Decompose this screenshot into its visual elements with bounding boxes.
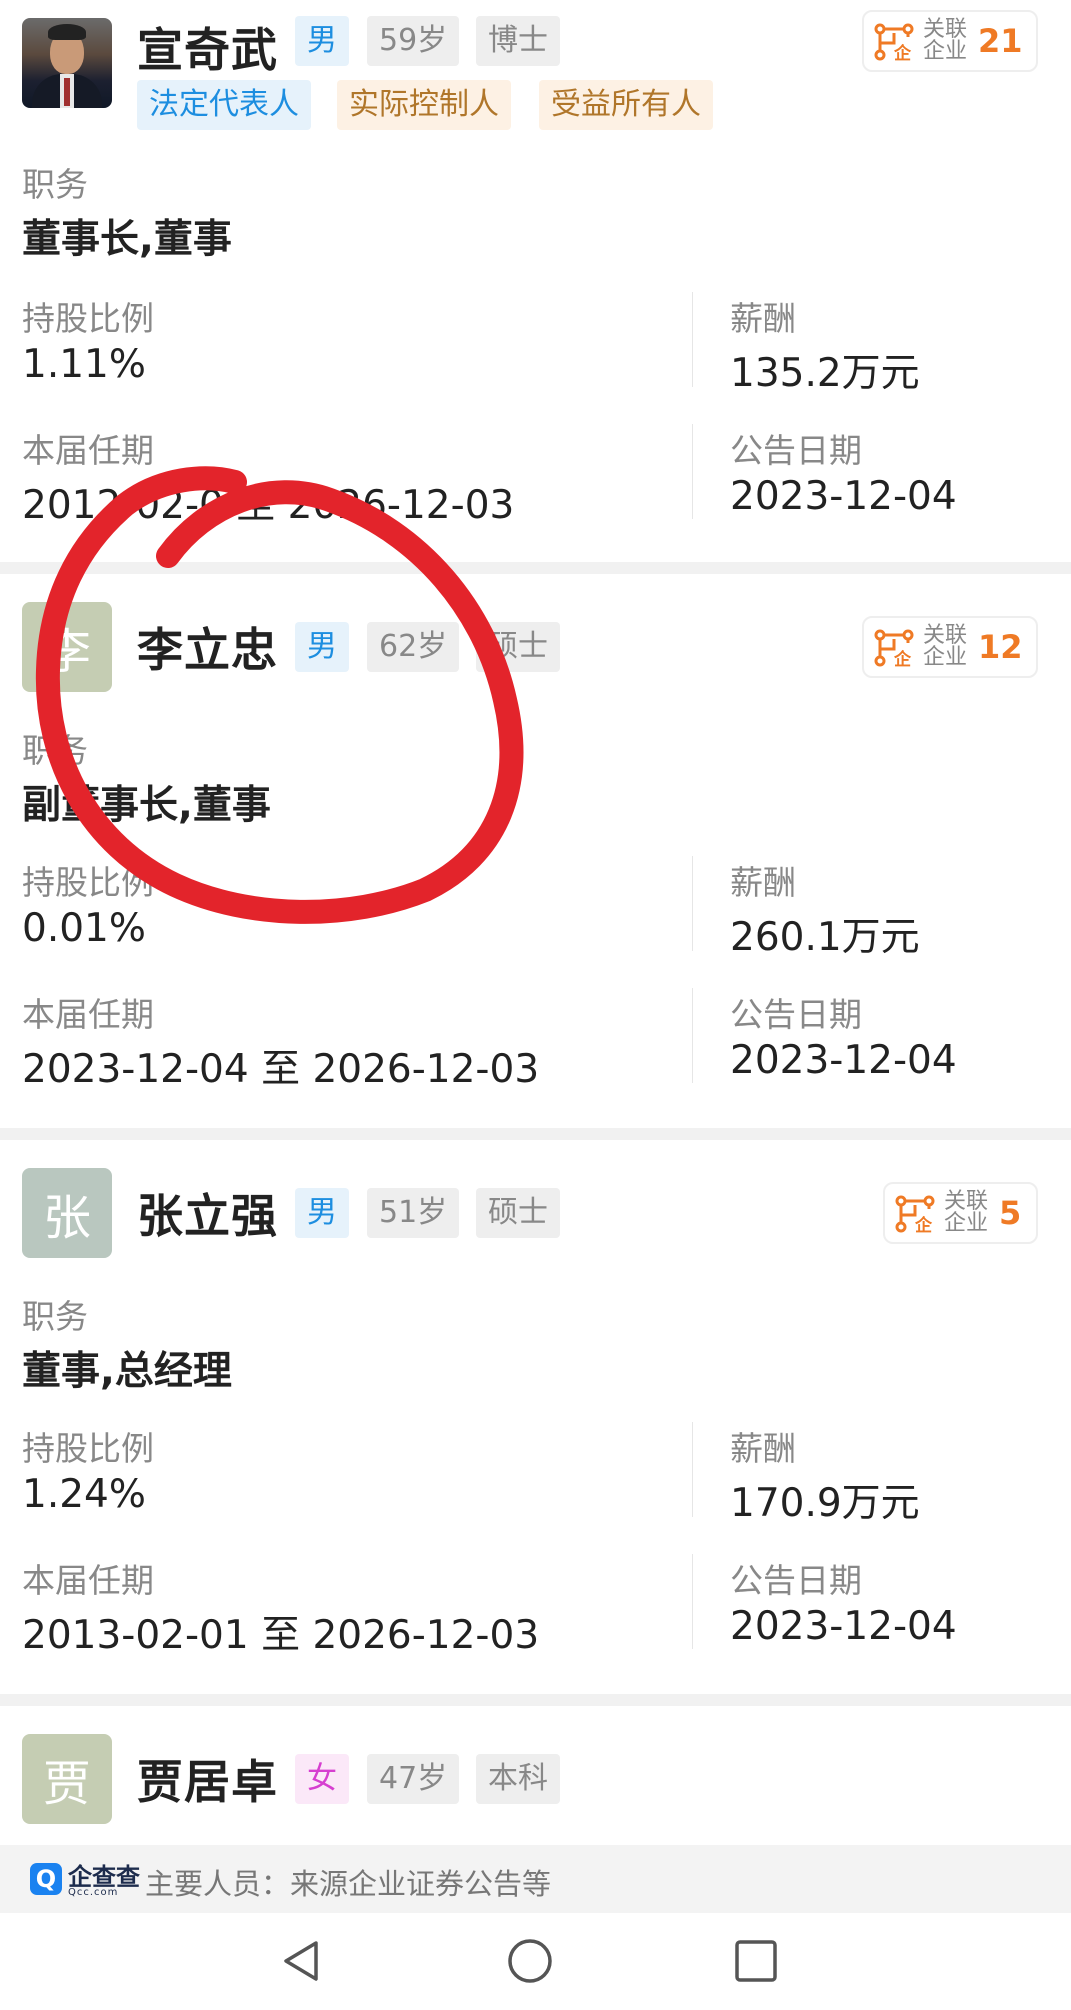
related-count: 21 <box>978 22 1023 60</box>
position-value: 副董事长,董事 <box>22 783 271 828</box>
person-card[interactable]: 宣奇武 男 59岁 博士 法定代表人 实际控制人 受益所有人 企 关联 企业 21… <box>0 0 1071 562</box>
shareholding-label: 持股比例 <box>22 1429 154 1468</box>
source-footer: Q 企查查 Qcc.com 主要人员：来源企业证券公告等 <box>0 1845 1071 1913</box>
card-separator <box>0 1128 1071 1140</box>
related-company-icon: 企 <box>874 629 914 667</box>
related-label: 关联 企业 <box>943 1189 988 1236</box>
age-tag: 47岁 <box>367 1754 460 1804</box>
position-value: 董事长,董事 <box>22 217 232 262</box>
brand-domain: Qcc.com <box>68 1887 119 1898</box>
person-card[interactable]: 李 李立忠 男 62岁 硕士 企 关联 企业 12 职务 副董事长,董事 持股比例… <box>0 574 1071 1128</box>
card-separator <box>0 562 1071 574</box>
term-label: 本届任期 <box>22 1561 154 1600</box>
term-value: 2012-02-0 至 2026-12-03 <box>22 483 515 528</box>
gender-tag: 男 <box>295 622 349 672</box>
related-count: 12 <box>978 628 1023 666</box>
position-value: 董事,总经理 <box>22 1349 232 1394</box>
divider <box>692 988 693 1083</box>
home-icon[interactable] <box>506 1937 554 1985</box>
role-tag-legal-rep: 法定代表人 <box>137 80 311 130</box>
salary-value: 260.1万元 <box>730 915 920 960</box>
svg-text:企: 企 <box>893 43 912 61</box>
salary-value: 135.2万元 <box>730 351 920 396</box>
related-companies-button[interactable]: 企 关联 企业 21 <box>862 10 1038 72</box>
salary-value: 170.9万元 <box>730 1481 920 1526</box>
education-tag: 硕士 <box>476 1188 560 1238</box>
role-tag-beneficiary: 受益所有人 <box>539 80 713 130</box>
qcc-logo-icon: Q <box>30 1863 62 1895</box>
position-label: 职务 <box>22 1297 88 1336</box>
salary-label: 薪酬 <box>730 1429 796 1468</box>
card-separator <box>0 1694 1071 1706</box>
term-label: 本届任期 <box>22 431 154 470</box>
person-avatar <box>22 18 112 108</box>
age-tag: 62岁 <box>367 622 460 672</box>
recents-icon[interactable] <box>732 1937 780 1985</box>
shareholding-value: 1.24% <box>22 1472 146 1517</box>
salary-label: 薪酬 <box>730 863 796 902</box>
source-text: 主要人员：来源企业证券公告等 <box>145 1867 552 1901</box>
person-avatar: 张 <box>22 1168 112 1258</box>
svg-text:企: 企 <box>914 1215 933 1233</box>
person-card[interactable]: 张 张立强 男 51岁 硕士 企 关联 企业 5 职务 董事,总经理 持股比例 1… <box>0 1140 1071 1694</box>
person-card[interactable]: 贾 贾居卓 女 47岁 本科 <box>0 1706 1071 1845</box>
age-tag: 51岁 <box>367 1188 460 1238</box>
education-tag: 本科 <box>476 1754 560 1804</box>
person-name[interactable]: 李立忠 <box>137 614 278 680</box>
system-nav-bar <box>0 1913 1071 2010</box>
person-name[interactable]: 贾居卓 <box>137 1746 278 1812</box>
divider <box>692 856 693 951</box>
term-value: 2013-02-01 至 2026-12-03 <box>22 1613 540 1658</box>
gender-tag: 男 <box>295 1188 349 1238</box>
position-label: 职务 <box>22 731 88 770</box>
person-name[interactable]: 张立强 <box>137 1180 278 1246</box>
person-name[interactable]: 宣奇武 <box>137 14 278 80</box>
education-tag: 硕士 <box>476 622 560 672</box>
gender-tag: 男 <box>295 16 349 66</box>
announce-label: 公告日期 <box>730 431 862 470</box>
person-avatar: 李 <box>22 602 112 692</box>
term-label: 本届任期 <box>22 995 154 1034</box>
announce-value: 2023-12-04 <box>730 474 957 519</box>
age-tag: 59岁 <box>367 16 460 66</box>
divider <box>692 1422 693 1517</box>
shareholding-label: 持股比例 <box>22 863 154 902</box>
position-label: 职务 <box>22 165 88 204</box>
announce-label: 公告日期 <box>730 995 862 1034</box>
shareholding-value: 1.11% <box>22 342 146 387</box>
role-tag-controller: 实际控制人 <box>337 80 511 130</box>
svg-text:企: 企 <box>893 649 912 667</box>
salary-label: 薪酬 <box>730 299 796 338</box>
divider <box>692 292 693 387</box>
divider <box>692 424 693 519</box>
shareholding-value: 0.01% <box>22 906 146 951</box>
education-tag: 博士 <box>476 16 560 66</box>
announce-value: 2023-12-04 <box>730 1604 957 1649</box>
related-company-icon: 企 <box>895 1195 935 1233</box>
announce-label: 公告日期 <box>730 1561 862 1600</box>
shareholding-label: 持股比例 <box>22 299 154 338</box>
related-count: 5 <box>999 1194 1022 1232</box>
related-label: 关联 企业 <box>922 623 967 670</box>
announce-value: 2023-12-04 <box>730 1038 957 1083</box>
person-avatar: 贾 <box>22 1734 112 1824</box>
related-company-icon: 企 <box>874 23 914 61</box>
related-label: 关联 企业 <box>922 17 967 64</box>
related-companies-button[interactable]: 企 关联 企业 12 <box>862 616 1038 678</box>
gender-tag: 女 <box>295 1754 349 1804</box>
term-value: 2023-12-04 至 2026-12-03 <box>22 1047 540 1092</box>
related-companies-button[interactable]: 企 关联 企业 5 <box>883 1182 1038 1244</box>
divider <box>692 1554 693 1649</box>
back-icon[interactable] <box>278 1937 326 1985</box>
